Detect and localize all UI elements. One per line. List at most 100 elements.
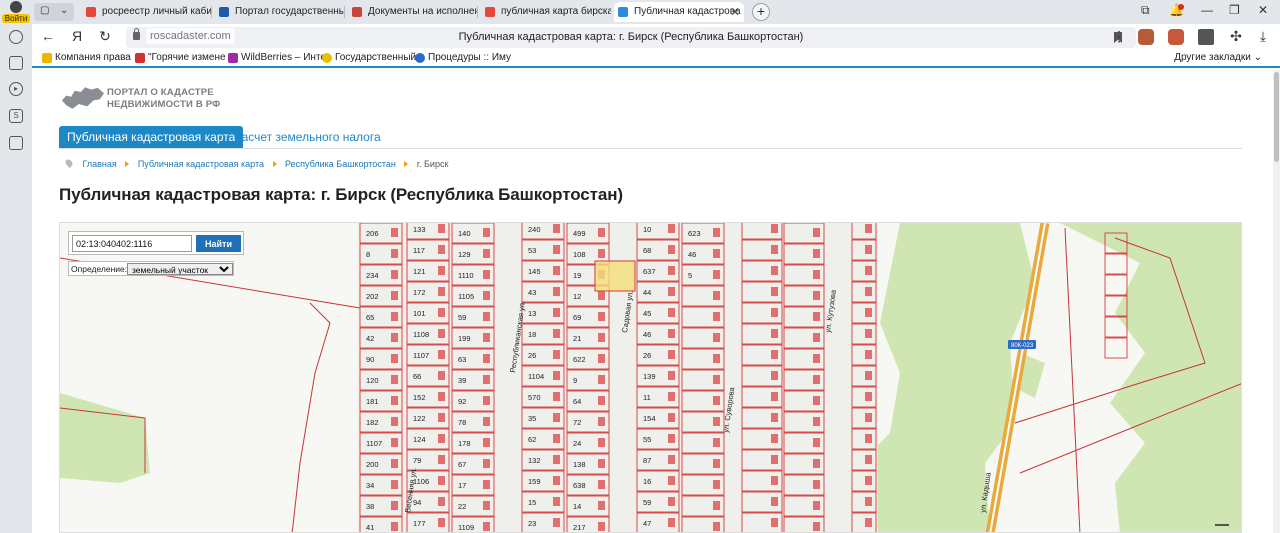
play-icon[interactable]: ▸	[9, 82, 23, 96]
tab-birsk-map[interactable]: публичная карта бирска	[481, 2, 611, 22]
logo-text: ПОРТАЛ О КАДАСТРЕ НЕДВИЖИМОСТИ В РФ	[107, 87, 221, 111]
tab-gosuslugi[interactable]: Портал государственных	[215, 2, 345, 22]
tab-cadastral-map[interactable]: Публичная кадастрова ✕	[614, 2, 744, 22]
parcel-number-label: 8	[366, 250, 370, 259]
tabs-icon: ▢	[40, 5, 50, 16]
building	[771, 518, 778, 527]
scrollbar-thumb[interactable]	[1274, 72, 1279, 162]
parcel-number-label: 623	[688, 229, 701, 238]
site-logo[interactable]: ПОРТАЛ О КАДАСТРЕ НЕДВИЖИМОСТИ В РФ	[62, 84, 262, 114]
cadastral-number-input[interactable]	[72, 235, 192, 252]
breadcrumb-link[interactable]: Республика Башкортостан	[285, 159, 396, 169]
downloads-icon[interactable]: ⤓	[1254, 28, 1272, 45]
parcel-number-label: 140	[458, 229, 471, 238]
building	[713, 228, 720, 237]
building	[598, 501, 605, 510]
yandex-s-icon[interactable]: S	[9, 109, 23, 123]
building	[813, 396, 820, 405]
building	[553, 308, 560, 317]
tab-groups-button[interactable]: ▢ ⌄	[34, 3, 74, 21]
building	[813, 270, 820, 279]
parcel-number-label: 570	[528, 393, 541, 402]
page-scrollbar[interactable]	[1273, 70, 1280, 533]
address-row: ← Я ↻ roscadaster.com Публичная кадастро…	[32, 24, 1280, 50]
search-button[interactable]: Найти	[196, 235, 241, 252]
parcel[interactable]	[1104, 253, 1128, 275]
page-title: Публичная кадастровая карта: г. Бирск (Р…	[59, 185, 623, 204]
building	[483, 354, 490, 363]
collections-icon[interactable]: ⧉	[1141, 3, 1150, 18]
minimize-icon[interactable]: —	[1201, 3, 1213, 17]
parcel-number-label: 217	[573, 523, 586, 532]
extension-icon[interactable]	[1168, 29, 1184, 45]
building	[391, 291, 398, 300]
building	[668, 287, 675, 296]
building	[553, 371, 560, 380]
parcel-number-label: 1108	[413, 330, 429, 339]
building	[483, 522, 490, 531]
fullscreen-icon[interactable]	[1215, 524, 1229, 532]
cadastral-map[interactable]: 206 8 234 202 65 42 90 120 181 182 1107 200 34 38 41 80…	[59, 222, 1242, 533]
bookmark-item[interactable]: Государственный	[322, 52, 416, 63]
bookmark-item[interactable]: WildBerries – Инте	[228, 52, 326, 63]
building	[483, 501, 490, 510]
restore-icon[interactable]: ❐	[1229, 3, 1240, 17]
extension-icon[interactable]	[1198, 29, 1214, 45]
yandex-home-icon[interactable]: Я	[68, 28, 86, 44]
building	[391, 480, 398, 489]
building	[483, 459, 490, 468]
building	[865, 455, 872, 464]
bookmark-item[interactable]: "Горячие измене	[135, 52, 226, 63]
more-menu-icon[interactable]: ⋮	[1110, 28, 1128, 45]
tab-rosreestr[interactable]: росреестр личный кабин	[82, 2, 212, 22]
breadcrumb-link[interactable]: Главная	[83, 159, 117, 169]
nav-cadastral-map[interactable]: Публичная кадастровая карта	[59, 126, 244, 148]
definition-select[interactable]: земельный участок	[127, 263, 233, 275]
parcel-number-label: 637	[643, 267, 656, 276]
parcel[interactable]	[1104, 337, 1128, 359]
other-bookmarks[interactable]: Другие закладки ⌄	[1174, 52, 1262, 63]
building	[438, 266, 445, 275]
parcel-number-label: 1110	[458, 271, 474, 280]
back-icon[interactable]: ←	[39, 28, 57, 44]
history-icon[interactable]	[9, 30, 23, 44]
notes-icon[interactable]	[9, 56, 23, 70]
building	[771, 371, 778, 380]
nav-land-tax[interactable]: Расчет земельного налога	[234, 130, 381, 144]
parcel-number-label: 39	[458, 376, 466, 385]
profile-button[interactable]: Войти	[2, 1, 30, 23]
breadcrumb-link[interactable]: Публичная кадастровая карта	[138, 159, 264, 169]
building	[865, 518, 872, 527]
reload-icon[interactable]: ↻	[96, 28, 114, 45]
parcel[interactable]	[1104, 274, 1128, 296]
parcel-number-label: 132	[528, 456, 541, 465]
bookmark-item[interactable]: Процедуры :: Иму	[415, 52, 511, 63]
bookmark-item[interactable]: Компания права	[42, 52, 131, 63]
tab-documents[interactable]: Документы на исполнени	[348, 2, 478, 22]
building	[438, 392, 445, 401]
building	[865, 392, 872, 401]
parcel-number-label: 9	[573, 376, 577, 385]
extension-icon[interactable]	[1138, 29, 1154, 45]
parcel-number-label: 42	[366, 334, 374, 343]
building	[391, 417, 398, 426]
parcel-number-label: 16	[643, 477, 651, 486]
parcel-number-label: 240	[528, 225, 541, 234]
building	[483, 438, 490, 447]
map-canvas[interactable]: 206 8 234 202 65 42 90 120 181 182 1107 200 34 38 41 80…	[60, 223, 1242, 533]
address-bar[interactable]: roscadaster.com Публичная кадастровая ка…	[126, 27, 1136, 48]
site-nav: Публичная кадастровая карта Расчет земел…	[59, 126, 1242, 149]
selected-parcel[interactable]	[594, 260, 636, 292]
building	[438, 287, 445, 296]
breadcrumb: Главная Публичная кадастровая карта Респ…	[64, 158, 448, 169]
new-tab-button[interactable]: +	[752, 3, 770, 21]
puzzle-icon[interactable]: ✣	[1227, 28, 1245, 45]
building	[438, 350, 445, 359]
breadcrumb-arrow-icon	[125, 161, 130, 167]
folder-icon	[42, 53, 52, 63]
close-window-icon[interactable]: ✕	[1258, 3, 1268, 17]
close-tab-icon[interactable]: ✕	[730, 2, 740, 22]
messenger-icon[interactable]	[9, 136, 23, 150]
parcel-number-label: 101	[413, 309, 426, 318]
building	[483, 417, 490, 426]
